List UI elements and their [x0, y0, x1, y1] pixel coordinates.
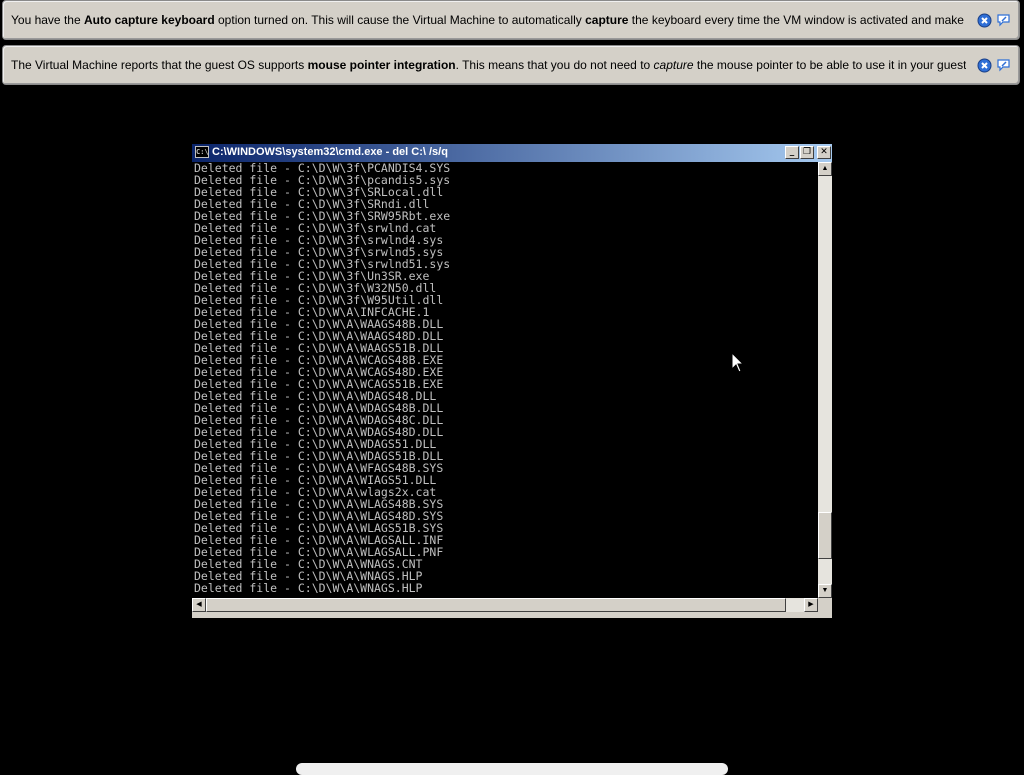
minimize-button[interactable]: _: [785, 146, 799, 159]
bottom-toolbar: [296, 763, 728, 775]
speech-bubble-icon[interactable]: [996, 13, 1011, 28]
arrow-cursor-icon: [731, 352, 745, 373]
notification-mouse-integration: The Virtual Machine reports that the gue…: [2, 45, 1020, 85]
notification-text-part: mouse pointer integration: [307, 58, 456, 72]
scrollbar-corner: [818, 598, 832, 612]
notification-text-part: capture: [653, 58, 694, 72]
horizontal-scrollbar[interactable]: ◀ ▶: [192, 598, 818, 612]
scroll-down-icon[interactable]: ▼: [818, 584, 832, 598]
notification-text-part: . This means that you do not need to: [455, 58, 654, 72]
notification-text-part: the mouse pointer to be able to use it i…: [696, 58, 966, 72]
notification-message: You have the Auto capture keyboard optio…: [11, 1, 966, 39]
maximize-button[interactable]: ❐: [800, 146, 814, 159]
cmd-icon[interactable]: C:\: [195, 146, 209, 158]
vertical-scroll-thumb[interactable]: [818, 511, 832, 559]
notification-text-part: You have the: [11, 13, 84, 27]
scroll-up-icon[interactable]: ▲: [818, 162, 832, 176]
notification-message: The Virtual Machine reports that the gue…: [11, 46, 966, 84]
console-output[interactable]: Deleted file - C:\D\W\3f\PCANDIS4.SYS Del…: [192, 162, 818, 598]
console-line: Deleted file - C:\D\W\A\WNAGS.HLP: [194, 581, 423, 595]
scroll-left-icon[interactable]: ◀: [192, 598, 206, 612]
title-bar[interactable]: C:\ C:\WINDOWS\system32\cmd.exe - del C:…: [192, 144, 832, 162]
vertical-scrollbar[interactable]: ▲ ▼: [818, 162, 832, 598]
notification-text-part: The Virtual Machine reports that the gue…: [11, 58, 308, 72]
notification-text-part: the keyboard every time the VM window is…: [631, 13, 966, 27]
notification-text-part: Auto capture keyboard: [83, 13, 215, 27]
notification-keyboard-capture: You have the Auto capture keyboard optio…: [2, 0, 1020, 40]
notification-text-part: capture: [585, 13, 629, 27]
scroll-right-icon[interactable]: ▶: [804, 598, 818, 612]
notification-text-part: option turned on. This will cause the Vi…: [214, 13, 586, 27]
cmd-window[interactable]: C:\ C:\WINDOWS\system32\cmd.exe - del C:…: [192, 144, 832, 618]
close-button[interactable]: ✕: [817, 146, 831, 159]
speech-bubble-icon[interactable]: [996, 58, 1011, 73]
close-circle-icon[interactable]: [977, 58, 992, 73]
window-title: C:\WINDOWS\system32\cmd.exe - del C:\ /s…: [212, 146, 448, 158]
horizontal-scroll-thumb[interactable]: [206, 598, 786, 612]
close-circle-icon[interactable]: [977, 13, 992, 28]
